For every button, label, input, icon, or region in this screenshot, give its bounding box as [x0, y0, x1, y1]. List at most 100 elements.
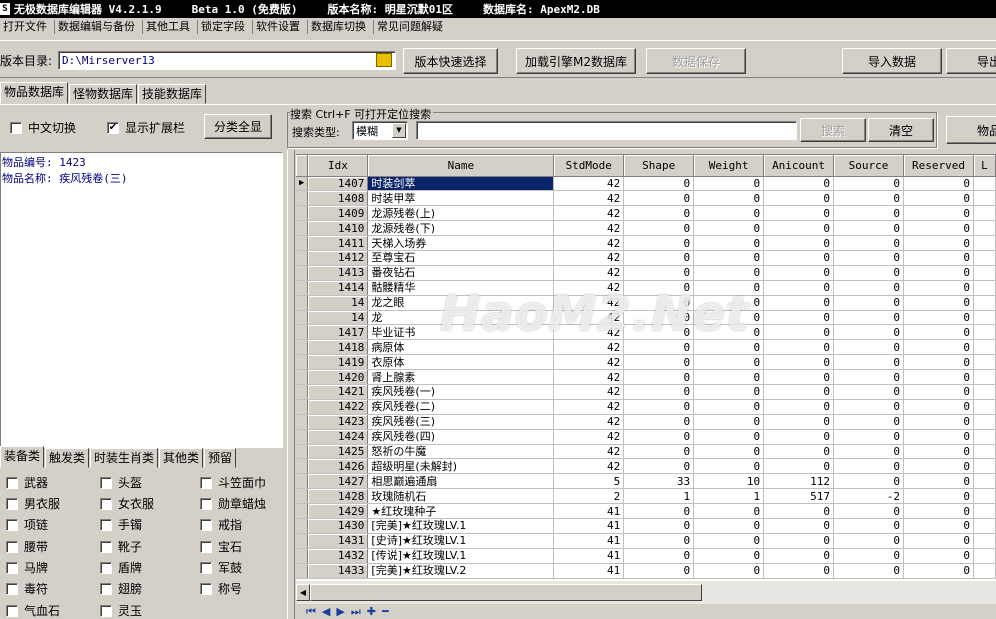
table-row[interactable]: 1410 龙源残卷(下) 42 0 0 0 0 0 — [296, 220, 996, 237]
cell-reserved[interactable]: 0 — [903, 354, 974, 371]
tab-other[interactable]: 其他类 — [159, 448, 204, 468]
cell-source[interactable]: 0 — [833, 384, 904, 400]
cell-stdmode[interactable]: 42 — [553, 205, 625, 222]
row-indicator[interactable] — [296, 399, 309, 415]
cat-talisman[interactable]: 毒符 — [6, 580, 48, 597]
row-indicator[interactable] — [296, 235, 309, 251]
cell-idx[interactable]: 1423 — [307, 414, 369, 430]
cell-weight[interactable]: 0 — [693, 310, 765, 326]
quick-select-button[interactable]: 版本快速选择 — [403, 48, 498, 74]
cell-l[interactable] — [973, 563, 996, 579]
cell-shape[interactable]: 1 — [623, 488, 695, 505]
col-l[interactable]: L — [973, 155, 996, 177]
tab-skills-db[interactable]: 技能数据库 — [138, 84, 207, 104]
cell-shape[interactable]: 0 — [623, 429, 695, 445]
row-indicator[interactable] — [296, 250, 309, 266]
col-weight[interactable]: Weight — [693, 155, 765, 177]
cell-idx[interactable]: 1426 — [307, 458, 369, 475]
item-button[interactable]: 物品 — [946, 116, 996, 144]
cell-weight[interactable]: 0 — [693, 339, 765, 356]
checkbox-box[interactable] — [6, 518, 18, 531]
cell-shape[interactable]: 0 — [623, 369, 695, 385]
cell-name[interactable]: 龙源残卷(下) — [367, 220, 555, 237]
table-row[interactable]: 1420 肾上腺素 42 0 0 0 0 0 — [296, 369, 996, 385]
cell-weight[interactable]: 0 — [693, 458, 765, 475]
table-row[interactable]: 1428 玫瑰随机石 2 1 1 517 -2 0 — [296, 488, 996, 505]
cell-reserved[interactable]: 0 — [903, 414, 974, 430]
menu-settings[interactable]: 软件设置 — [253, 20, 308, 34]
cell-l[interactable] — [973, 429, 996, 445]
menu-db-switch[interactable]: 数据库切换 — [308, 20, 374, 34]
cell-source[interactable]: 0 — [833, 220, 904, 237]
cell-reserved[interactable]: 0 — [903, 533, 974, 549]
cell-idx[interactable]: 1421 — [307, 384, 369, 400]
cell-shape[interactable]: 0 — [623, 295, 695, 311]
menu-open-file[interactable]: 打开文件 — [0, 20, 55, 34]
cell-source[interactable]: -2 — [833, 488, 904, 505]
cell-l[interactable] — [973, 265, 996, 281]
cell-source[interactable]: 0 — [833, 369, 904, 385]
table-row[interactable]: 1429 ★红玫瑰种子 41 0 0 0 0 0 — [296, 503, 996, 519]
cell-name[interactable]: 疾风残卷(一) — [367, 384, 555, 400]
cell-name[interactable]: 衣原体 — [367, 354, 555, 371]
cell-weight[interactable]: 0 — [693, 399, 765, 415]
cell-anicount[interactable]: 0 — [763, 414, 835, 430]
next-record-icon[interactable]: ▶ — [336, 605, 344, 618]
menu-other-tools[interactable]: 其他工具 — [143, 20, 198, 34]
cell-idx[interactable]: 1427 — [307, 473, 369, 490]
save-data-button[interactable]: 数据保存 — [646, 48, 746, 74]
cell-idx[interactable]: 1425 — [307, 444, 369, 460]
tab-monsters-db[interactable]: 怪物数据库 — [69, 84, 138, 104]
cell-anicount[interactable]: 0 — [763, 518, 835, 534]
cell-source[interactable]: 0 — [833, 473, 904, 490]
cell-l[interactable] — [973, 414, 996, 430]
cell-shape[interactable]: 0 — [623, 548, 695, 564]
cat-weapon[interactable]: 武器 — [6, 474, 48, 491]
cell-stdmode[interactable]: 42 — [553, 310, 625, 326]
cell-reserved[interactable]: 0 — [903, 384, 974, 400]
checkbox-box[interactable] — [100, 540, 112, 553]
cell-idx[interactable]: 1433 — [307, 563, 369, 579]
row-indicator[interactable] — [296, 429, 309, 445]
cell-reserved[interactable]: 0 — [903, 295, 974, 311]
cell-weight[interactable]: 0 — [693, 280, 765, 296]
cell-source[interactable]: 0 — [833, 235, 904, 251]
cell-weight[interactable]: 0 — [693, 548, 765, 564]
menu-data-edit[interactable]: 数据编辑与备份 — [55, 20, 143, 34]
cell-name[interactable]: 番夜钻石 — [367, 265, 555, 281]
cat-necklace[interactable]: 项链 — [6, 516, 48, 533]
table-row[interactable]: ▶ 1407 时装剑萃 42 0 0 0 0 0 — [296, 176, 996, 192]
delete-record-icon[interactable]: ━ — [382, 605, 389, 618]
cell-idx[interactable]: 1407 — [307, 176, 369, 192]
col-reserved[interactable]: Reserved — [903, 155, 974, 177]
cell-anicount[interactable]: 0 — [763, 265, 835, 281]
cell-idx[interactable]: 14 — [307, 310, 369, 326]
cell-idx[interactable]: 1431 — [307, 533, 369, 549]
cell-anicount[interactable]: 0 — [763, 324, 835, 341]
checkbox-box[interactable] — [10, 121, 22, 134]
table-row[interactable]: 1421 疾风残卷(一) 42 0 0 0 0 0 — [296, 384, 996, 400]
cell-name[interactable]: 毕业证书 — [367, 324, 555, 341]
cell-weight[interactable]: 0 — [693, 533, 765, 549]
cell-reserved[interactable]: 0 — [903, 324, 974, 341]
row-indicator[interactable] — [296, 518, 309, 534]
cat-blood-stone[interactable]: 气血石 — [6, 602, 60, 619]
tab-items-db[interactable]: 物品数据库 — [0, 82, 69, 104]
cell-stdmode[interactable]: 42 — [553, 250, 625, 266]
cell-source[interactable]: 0 — [833, 324, 904, 341]
cell-name[interactable]: 疾风残卷(二) — [367, 399, 555, 415]
cell-idx[interactable]: 1424 — [307, 429, 369, 445]
import-data-button[interactable]: 导入数据 — [842, 48, 942, 74]
row-indicator[interactable] — [296, 563, 309, 579]
row-indicator[interactable] — [296, 265, 309, 281]
row-indicator[interactable] — [296, 444, 309, 460]
cell-shape[interactable]: 0 — [623, 518, 695, 534]
cell-source[interactable]: 0 — [833, 458, 904, 475]
cell-shape[interactable]: 33 — [623, 473, 695, 490]
cell-l[interactable] — [973, 295, 996, 311]
row-indicator[interactable] — [296, 533, 309, 549]
table-row[interactable]: 14 龙 42 0 0 0 0 0 — [296, 310, 996, 326]
checkbox-box[interactable] — [100, 582, 112, 595]
cell-source[interactable]: 0 — [833, 503, 904, 519]
cell-weight[interactable]: 0 — [693, 235, 765, 251]
